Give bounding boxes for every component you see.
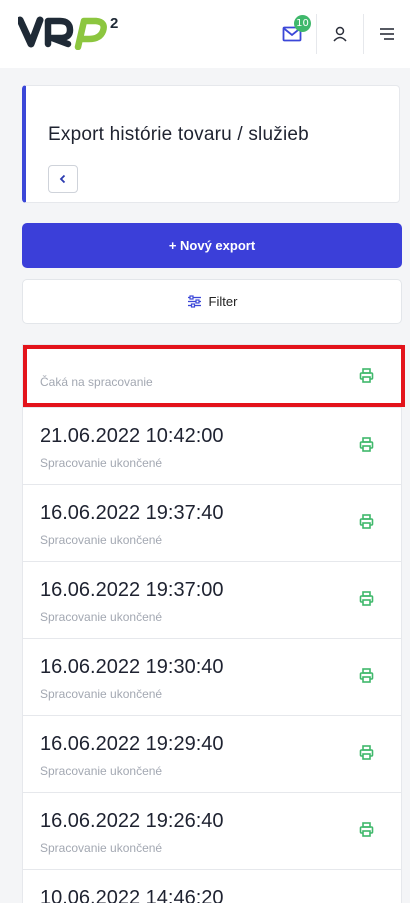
export-timestamp: 16.06.2022 19:29:40	[40, 733, 224, 755]
export-status: Spracovanie ukončené	[40, 610, 163, 624]
sliders-icon	[187, 295, 201, 308]
export-status: Spracovanie ukončené	[40, 841, 163, 855]
export-status: Spracovanie ukončené	[40, 533, 163, 547]
export-timestamp: 10.06.2022 14:46:20	[40, 887, 224, 903]
list-item[interactable]: 16.06.2022 19:26:40 Spracovanie ukončené	[22, 793, 402, 870]
logo-graphic: 2	[18, 15, 118, 50]
export-status: Spracovanie ukončené	[40, 456, 163, 470]
print-icon[interactable]	[359, 822, 374, 837]
user-button[interactable]	[317, 10, 363, 58]
header-actions: 10	[270, 10, 410, 58]
export-status: Spracovanie ukončené	[40, 687, 163, 701]
list-item[interactable]: 16.06.2022 19:37:40 Spracovanie ukončené	[22, 485, 402, 562]
print-icon[interactable]	[359, 514, 374, 529]
print-icon[interactable]	[359, 591, 374, 606]
new-export-label: + Nový export	[168, 238, 256, 253]
list-item[interactable]: 16.06.2022 19:30:40 Spracovanie ukončené	[22, 639, 402, 716]
export-list: Čaká na spracovanie 21.06.2022 10:42:00 …	[22, 344, 402, 903]
page-title-card: Export histórie tovaru / služieb	[22, 85, 400, 203]
list-item[interactable]: 21.06.2022 10:42:00 Spracovanie ukončené	[22, 408, 402, 485]
user-icon	[333, 26, 347, 42]
list-item[interactable]: 16.06.2022 19:37:00 Spracovanie ukončené	[22, 562, 402, 639]
print-icon[interactable]	[359, 368, 374, 383]
filter-label: Filter	[208, 294, 238, 309]
main-content: Export histórie tovaru / služieb + Nový …	[8, 68, 402, 903]
export-status: Spracovanie ukončené	[40, 764, 163, 778]
export-timestamp: 21.06.2022 10:42:00	[40, 425, 224, 447]
list-item[interactable]: 10.06.2022 14:46:20	[22, 870, 402, 903]
menu-icon	[380, 28, 394, 40]
app-header: 2 10	[0, 0, 410, 68]
new-export-button[interactable]: + Nový export	[22, 223, 402, 268]
svg-text:2: 2	[110, 15, 118, 32]
vrp-logo[interactable]: 2	[18, 14, 128, 54]
export-timestamp: 16.06.2022 19:26:40	[40, 810, 224, 832]
page-title: Export histórie tovaru / služieb	[48, 124, 309, 145]
export-timestamp: 16.06.2022 19:30:40	[40, 656, 224, 678]
back-button[interactable]	[48, 165, 78, 193]
menu-button[interactable]	[364, 10, 410, 58]
list-item[interactable]: Čaká na spracovanie	[22, 344, 402, 408]
print-icon[interactable]	[359, 745, 374, 760]
mail-count-badge: 10	[294, 15, 311, 32]
print-icon[interactable]	[359, 437, 374, 452]
messages-button[interactable]: 10	[270, 10, 316, 58]
export-timestamp: 16.06.2022 19:37:40	[40, 502, 224, 524]
filter-button[interactable]: Filter	[22, 279, 402, 324]
list-item[interactable]: 16.06.2022 19:29:40 Spracovanie ukončené	[22, 716, 402, 793]
print-icon[interactable]	[359, 668, 374, 683]
chevron-left-icon	[59, 174, 66, 184]
export-status: Čaká na spracovanie	[40, 375, 153, 389]
export-timestamp: 16.06.2022 19:37:00	[40, 579, 224, 601]
